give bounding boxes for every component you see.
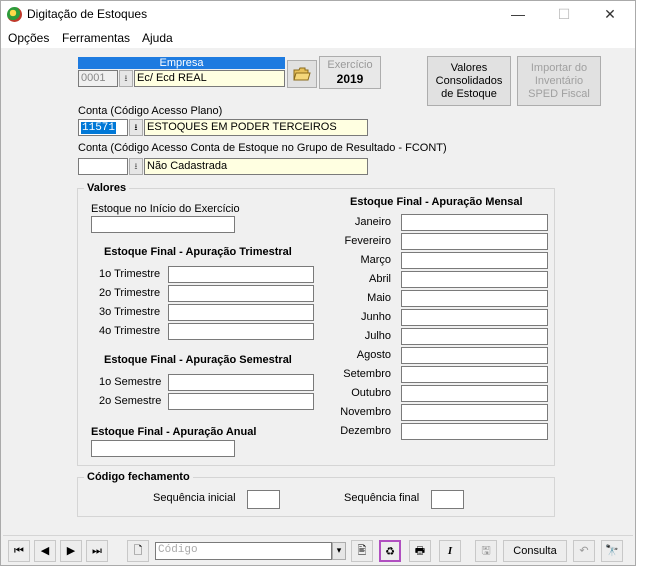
- recycle-icon[interactable]: ♻: [379, 540, 401, 562]
- semestre-1-field[interactable]: [168, 374, 314, 391]
- semestre-2-label: 2o Semestre: [99, 395, 162, 407]
- month-label: Dezembro: [340, 425, 391, 437]
- maximize-button[interactable]: ☐: [541, 1, 587, 28]
- prev-record-icon[interactable]: ◀: [34, 540, 56, 562]
- conta-code-field[interactable]: 11571: [78, 119, 128, 136]
- conta-name-field: ESTOQUES EM PODER TERCEIROS: [144, 119, 368, 136]
- search-dropdown-icon[interactable]: ▾: [332, 542, 346, 560]
- consulta-button[interactable]: Consulta: [503, 540, 567, 562]
- conta-fcont-lookup-icon[interactable]: ⭳: [129, 158, 143, 175]
- month-field[interactable]: [401, 366, 548, 383]
- close-button[interactable]: ✕: [587, 1, 633, 28]
- conta-lookup-icon[interactable]: ⭳: [129, 119, 143, 136]
- seq-final-label: Sequência final: [344, 492, 420, 504]
- menu-ajuda[interactable]: Ajuda: [142, 31, 173, 45]
- seq-inicial-field[interactable]: [247, 490, 280, 509]
- conta-label: Conta (Código Acesso Plano): [78, 105, 223, 117]
- document-edit-icon[interactable]: 🖹: [351, 540, 373, 562]
- month-field[interactable]: [401, 347, 548, 364]
- trimestre-4-field[interactable]: [168, 323, 314, 340]
- trimestre-1-field[interactable]: [168, 266, 314, 283]
- month-label: Fevereiro: [344, 235, 391, 247]
- month-label: Julho: [364, 330, 391, 342]
- month-field[interactable]: [401, 404, 548, 421]
- month-field[interactable]: [401, 214, 548, 231]
- anual-field[interactable]: [91, 440, 235, 457]
- conta-fcont-name-field: Não Cadastrada: [144, 158, 368, 175]
- month-field[interactable]: [401, 309, 548, 326]
- month-label: Novembro: [340, 406, 391, 418]
- main-window: Digitação de Estoques — ☐ ✕ Opções Ferra…: [0, 0, 636, 566]
- month-field[interactable]: [401, 423, 548, 440]
- menu-opcoes[interactable]: Opções: [8, 31, 49, 45]
- valores-consolidados-label: Valores Consolidados de Estoque: [435, 61, 503, 100]
- month-label: Janeiro: [354, 216, 391, 228]
- folder-icon: [293, 67, 311, 81]
- fechamento-title: Código fechamento: [84, 471, 193, 483]
- estoque-inicio-label: Estoque no Início do Exercício: [91, 203, 240, 215]
- month-field[interactable]: [401, 252, 548, 269]
- month-label: Junho: [361, 311, 391, 323]
- month-label: Agosto: [356, 349, 391, 361]
- search-combo[interactable]: Código: [155, 542, 332, 560]
- trimestre-2-label: 2o Trimestre: [99, 287, 161, 299]
- next-record-icon[interactable]: ▶: [60, 540, 82, 562]
- month-label: Março: [360, 254, 391, 266]
- conta-fcont-label: Conta (Código Acesso Conta de Estoque no…: [78, 142, 447, 154]
- menu-ferramentas[interactable]: Ferramentas: [62, 31, 130, 45]
- exercicio-label: Exercício: [327, 59, 373, 71]
- undo-icon[interactable]: ↶: [573, 540, 595, 562]
- empresa-header: Empresa: [78, 57, 285, 69]
- trimestre-3-field[interactable]: [168, 304, 314, 321]
- trimestre-3-label: 3o Trimestre: [99, 306, 161, 318]
- month-field[interactable]: [401, 385, 548, 402]
- semestre-2-field[interactable]: [168, 393, 314, 410]
- anual-title: Estoque Final - Apuração Anual: [91, 426, 257, 438]
- save-icon[interactable]: 🖫: [475, 540, 497, 562]
- first-record-icon[interactable]: ⏮: [8, 540, 30, 562]
- trimestre-2-field[interactable]: [168, 285, 314, 302]
- italic-icon[interactable]: I: [439, 540, 461, 562]
- seq-inicial-label: Sequência inicial: [153, 492, 236, 504]
- last-record-icon[interactable]: ⏭: [86, 540, 108, 562]
- app-icon: [7, 7, 22, 22]
- exercicio-value: 2019: [336, 72, 364, 86]
- month-field[interactable]: [401, 290, 548, 307]
- title-bar: Digitação de Estoques — ☐ ✕: [1, 1, 635, 28]
- folder-open-button[interactable]: [287, 60, 317, 88]
- month-field[interactable]: [401, 271, 548, 288]
- importar-inventario-button[interactable]: Importar do Inventário SPED Fiscal: [517, 56, 601, 106]
- month-label: Maio: [367, 292, 391, 304]
- empresa-lookup-icon[interactable]: ⭳: [119, 70, 133, 87]
- valores-title: Valores: [84, 182, 130, 194]
- trimestre-1-label: 1o Trimestre: [99, 268, 161, 280]
- month-field[interactable]: [401, 328, 548, 345]
- importar-inventario-label: Importar do Inventário SPED Fiscal: [528, 61, 590, 100]
- menu-bar: Opções Ferramentas Ajuda: [1, 28, 635, 48]
- month-label: Setembro: [343, 368, 391, 380]
- semestral-title: Estoque Final - Apuração Semestral: [104, 354, 292, 366]
- new-document-icon[interactable]: 🗋: [127, 540, 149, 562]
- print-icon[interactable]: 🖶: [409, 540, 431, 562]
- valores-consolidados-button[interactable]: Valores Consolidados de Estoque: [427, 56, 511, 106]
- minimize-button[interactable]: —: [495, 1, 541, 28]
- fechamento-group: [77, 477, 555, 517]
- conta-fcont-code-field[interactable]: [78, 158, 128, 175]
- semestre-1-label: 1o Semestre: [99, 376, 162, 388]
- month-label: Abril: [368, 273, 391, 285]
- trimestral-title: Estoque Final - Apuração Trimestral: [104, 246, 292, 258]
- month-field[interactable]: [401, 233, 548, 250]
- month-label: Outubro: [351, 387, 391, 399]
- seq-final-field[interactable]: [431, 490, 464, 509]
- bottom-toolbar: ⏮ ◀ ▶ ⏭ 🗋 Código ▾ 🖹 ♻ 🖶 I 🖫 Consulta ↶ …: [3, 535, 633, 565]
- empresa-name-field: Ec/ Ecd REAL: [134, 70, 285, 87]
- window-title: Digitação de Estoques: [27, 7, 148, 21]
- mensal-title: Estoque Final - Apuração Mensal: [350, 196, 523, 208]
- binoculars-icon[interactable]: 🔭: [601, 540, 623, 562]
- estoque-inicio-field[interactable]: [91, 216, 235, 233]
- exercicio-box: Exercício 2019: [319, 56, 381, 89]
- empresa-code-field[interactable]: 0001: [78, 70, 118, 87]
- trimestre-4-label: 4o Trimestre: [99, 325, 161, 337]
